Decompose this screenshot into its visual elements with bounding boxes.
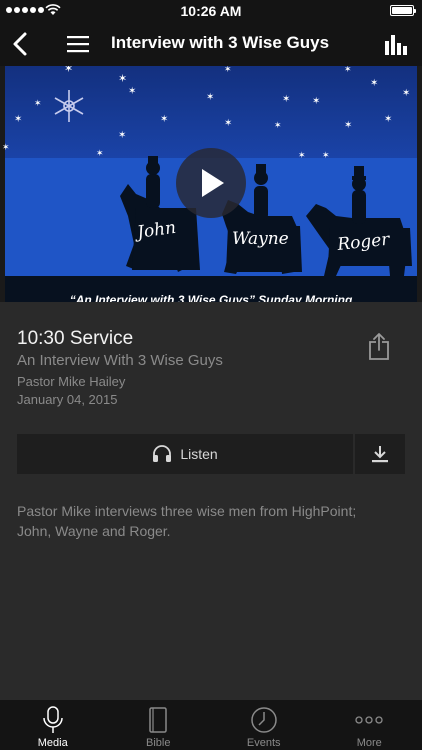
share-icon[interactable] [368,332,390,360]
status-bar: 10:26 AM [0,0,422,22]
tab-bar: Media Bible Events More [0,700,422,750]
svg-text:✶: ✶ [160,114,168,125]
battery-icon [390,5,416,16]
action-row: Listen [17,434,405,474]
svg-text:✶: ✶ [384,114,392,125]
svg-text:✶: ✶ [34,98,42,108]
svg-text:✶: ✶ [322,150,330,160]
sermon-description: Pastor Mike interviews three wise men fr… [17,503,357,539]
tab-more[interactable]: More [317,700,422,750]
svg-text:✶: ✶ [64,66,73,75]
artwork-banner-text: “An Interview with 3 Wise Guys” Sunday M… [70,293,353,302]
sermon-date: January 04, 2015 [17,392,118,407]
svg-text:✶: ✶ [224,118,232,129]
svg-text:✶: ✶ [118,73,127,85]
svg-text:✶: ✶ [344,66,352,74]
tab-label-media: Media [37,737,68,749]
tab-label-more: More [356,737,382,749]
sermon-details: 10:30 Service An Interview With 3 Wise G… [0,302,422,700]
play-icon [202,169,224,197]
page-title: Interview with 3 Wise Guys [111,33,330,52]
svg-text:✶: ✶ [298,150,306,160]
tab-events[interactable]: Events [211,700,317,750]
play-button[interactable] [176,148,246,218]
tab-bible[interactable]: Bible [106,700,212,750]
svg-text:✶: ✶ [96,148,104,158]
download-button[interactable] [355,434,405,474]
svg-text:✶: ✶ [206,92,214,103]
navigation-bar: Interview with 3 Wise Guys [0,22,422,66]
svg-text:✶: ✶ [282,94,290,105]
tab-label-events: Events [246,737,281,749]
sermon-artwork: ✶ ✶ ✶ ✶ ✶ ✶ ✶ ✶ ✶ ✶ ✶ ✶ ✶ ✶ ✶ ✶ ✶ ✶ ✶ ✶ ✶ ✶ [0,66,422,302]
svg-text:✶: ✶ [402,88,410,99]
hamburger-menu-icon[interactable] [66,33,90,55]
back-chevron-icon[interactable] [10,31,32,57]
tab-media[interactable]: Media [0,700,106,750]
book-icon [149,707,167,733]
svg-text:✶: ✶ [274,120,282,130]
bar-chart-icon[interactable] [384,32,408,56]
headphones-icon [153,445,172,462]
svg-text:✶: ✶ [224,66,232,74]
tab-label-bible: Bible [146,737,171,749]
svg-text:✶: ✶ [128,86,136,97]
speaker-name: Pastor Mike Hailey [17,374,126,389]
listen-label: Listen [180,446,218,462]
service-time: 10:30 Service [17,328,134,349]
clock-icon [251,707,277,733]
svg-text:✶: ✶ [118,130,126,141]
svg-text:✶: ✶ [14,114,22,125]
name-wayne: Wayne [232,229,289,249]
sermon-title: An Interview With 3 Wise Guys [17,352,223,369]
svg-text:✶: ✶ [344,120,352,131]
svg-text:✶: ✶ [370,78,378,89]
status-time: 10:26 AM [180,3,242,19]
listen-button[interactable]: Listen [17,434,353,474]
download-icon [372,446,388,463]
svg-text:✶: ✶ [2,142,10,152]
more-icon [355,716,383,724]
microphone-icon [43,706,63,733]
svg-text:✶: ✶ [312,96,320,107]
